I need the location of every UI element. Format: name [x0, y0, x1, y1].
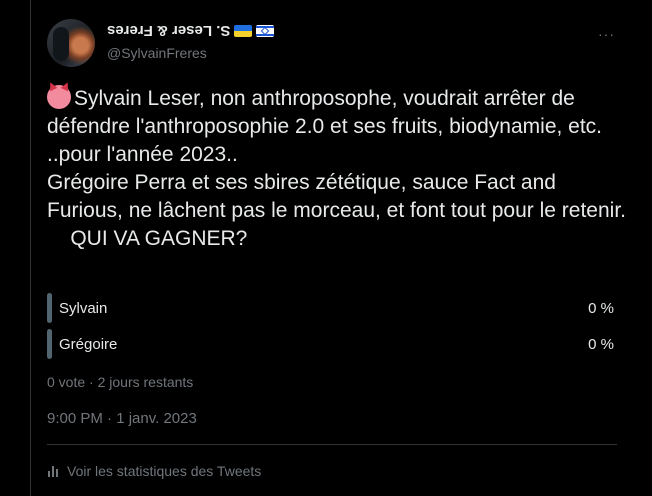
poll-option-label: Sylvain — [59, 300, 108, 317]
tweet-text: Sylvain Leser, non anthroposophe, voudra… — [47, 85, 627, 253]
tweet-stats-link[interactable]: Voir les statistiques des Tweets — [47, 463, 261, 479]
analytics-icon — [48, 466, 58, 477]
tweet-text-content: Sylvain Leser, non anthroposophe, voudra… — [47, 87, 626, 250]
israel-flag-icon — [256, 24, 275, 37]
poll-bar — [47, 293, 52, 323]
tweet: S. Leser & Freres @SylvainFreres ··· Syl… — [30, 0, 652, 496]
poll-bar — [47, 329, 52, 359]
ukraine-flag-icon — [234, 24, 253, 37]
author-name[interactable]: S. Leser & Freres — [107, 22, 230, 39]
poll-option-percent: 0 % — [588, 336, 614, 353]
tweet-timestamp[interactable]: 9:00 PM · 1 janv. 2023 — [47, 410, 197, 427]
poll-option: Grégoire 0 % — [47, 329, 614, 359]
poll-option-label: Grégoire — [59, 336, 118, 353]
avatar[interactable] — [47, 19, 95, 67]
tweet-stats-label[interactable]: Voir les statistiques des Tweets — [67, 463, 261, 479]
poll-option: Sylvain 0 % — [47, 293, 614, 323]
poll-meta: 0 vote · 2 jours restants — [47, 374, 194, 390]
author-handle[interactable]: @SylvainFreres — [107, 45, 207, 61]
divider — [47, 444, 617, 445]
author-row: S. Leser & Freres — [107, 22, 275, 39]
devil-face-icon — [47, 85, 71, 109]
poll-option-percent: 0 % — [588, 300, 614, 317]
more-options-icon[interactable]: ··· — [598, 26, 615, 42]
